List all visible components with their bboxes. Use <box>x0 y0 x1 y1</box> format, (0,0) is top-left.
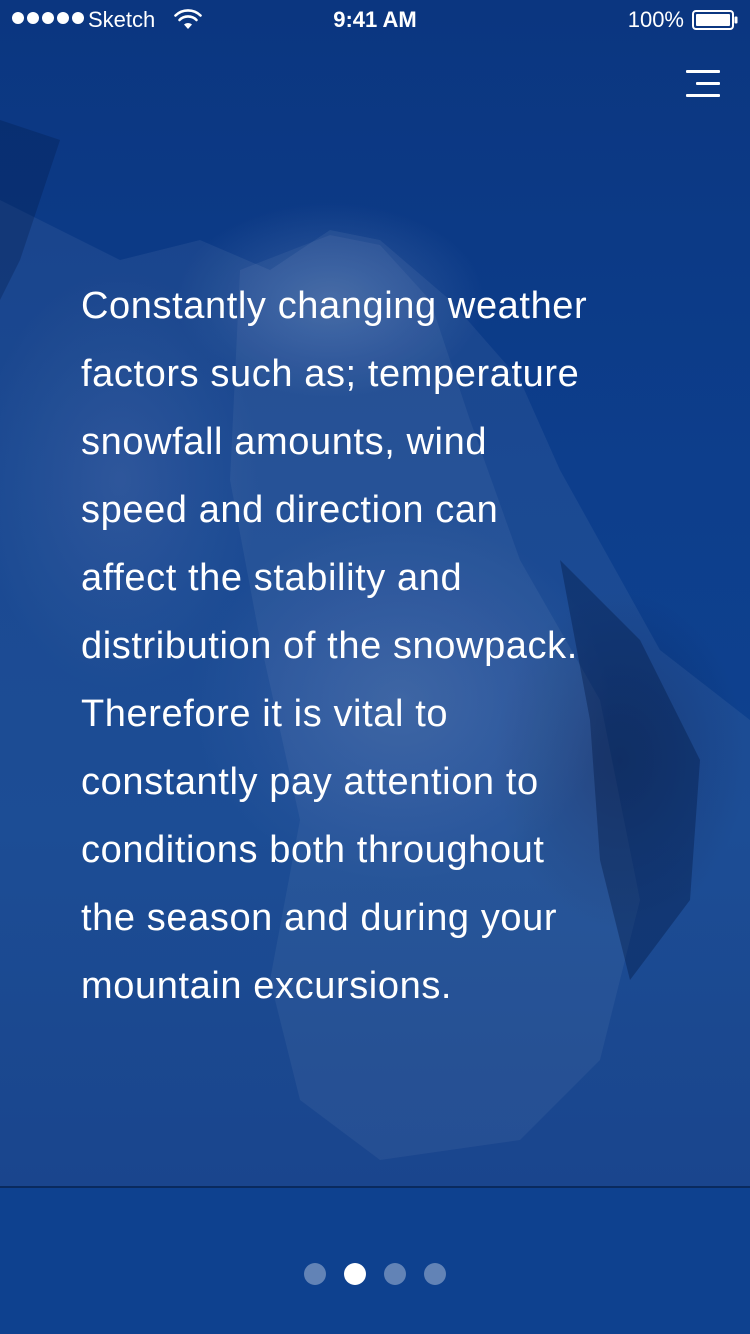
status-bar: Sketch 9:41 AM 100% <box>0 0 750 40</box>
paragraph-line: factors such as; temperature <box>81 353 580 395</box>
paragraph-line: snowfall amounts, wind <box>81 421 488 463</box>
battery-icon <box>692 10 738 30</box>
paragraph-line: affect the stability and <box>81 557 463 599</box>
paragraph-line: Constantly changing weather <box>81 285 588 327</box>
paragraph-line: conditions both throughout <box>81 829 545 871</box>
paragraph-line: speed and direction can <box>81 489 499 531</box>
page-dot-3[interactable] <box>384 1263 406 1285</box>
page-dot-4[interactable] <box>424 1263 446 1285</box>
info-paragraph: Constantly changing weather factors such… <box>81 272 681 1020</box>
page-dot-1[interactable] <box>304 1263 326 1285</box>
page-indicator <box>0 1263 750 1285</box>
page-dot-2[interactable] <box>344 1263 366 1285</box>
footer-bar <box>0 1186 750 1334</box>
hamburger-menu-icon[interactable] <box>686 70 720 98</box>
paragraph-line: constantly pay attention to <box>81 761 539 803</box>
paragraph-line: Therefore it is vital to <box>81 693 449 735</box>
battery-percentage: 100% <box>627 7 684 32</box>
paragraph-line: distribution of the snowpack. <box>81 625 578 667</box>
paragraph-line: the season and during your <box>81 897 558 939</box>
onboarding-screen: Sketch 9:41 AM 100% Constantly changing … <box>0 0 750 1334</box>
paragraph-line: mountain excursions. <box>81 965 453 1007</box>
